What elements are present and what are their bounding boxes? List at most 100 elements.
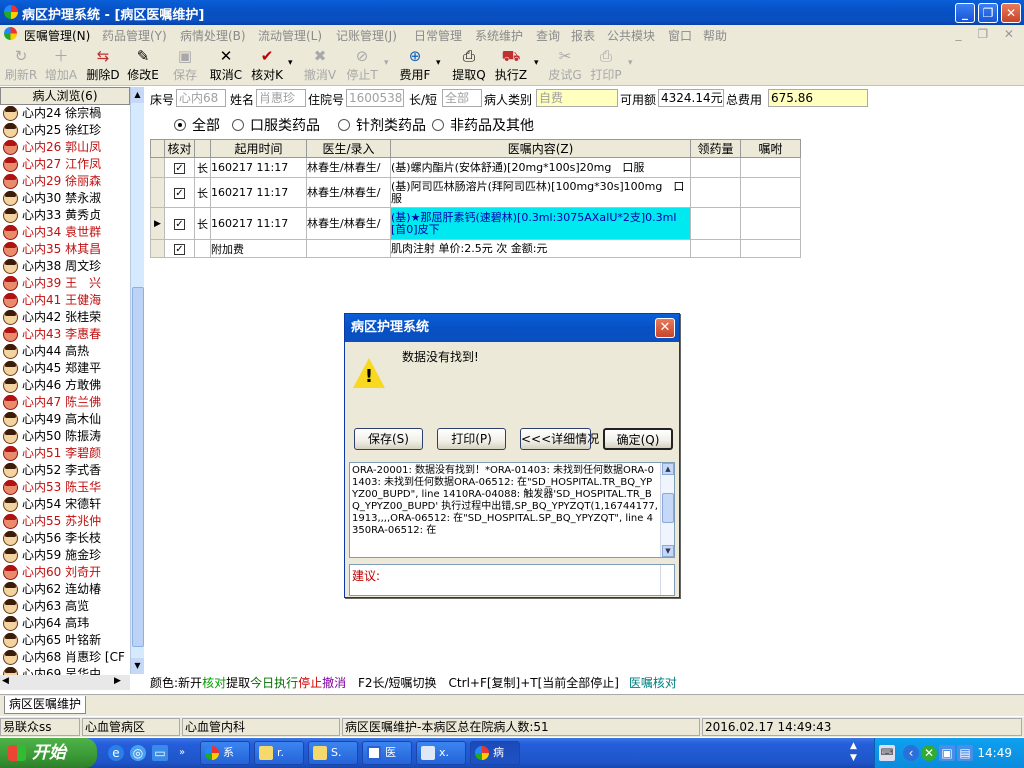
patient-list-item[interactable]: 心内24 徐宗楇 xyxy=(0,105,130,122)
patient-list-item[interactable]: 心内56 李长枝 xyxy=(0,530,130,547)
print-button[interactable]: ⎙ 打印P xyxy=(589,46,623,84)
error-detail-textbox[interactable]: ORA-20001: 数据没有找到！*ORA-01403: 未找到任何数据ORA… xyxy=(349,462,675,558)
inpatient-field[interactable]: 1600538 xyxy=(346,89,404,107)
task-button-2[interactable]: r. xyxy=(254,741,304,765)
taskbar-scroll-icon[interactable]: ▲ ▼ xyxy=(850,740,857,764)
dialog-close-button[interactable]: ✕ xyxy=(655,318,675,338)
patient-list-item[interactable]: 心内53 陈玉华 xyxy=(0,479,130,496)
skintest-button[interactable]: ✂ 皮试G xyxy=(548,46,582,84)
task-button-5[interactable]: x. xyxy=(416,741,466,765)
scroll-right-icon[interactable]: ▶ xyxy=(114,676,121,686)
checkbox-checked-icon[interactable]: ✓ xyxy=(174,163,185,174)
undo-button[interactable]: ✖ 撤消V xyxy=(303,46,337,84)
patient-list-item[interactable]: 心内35 林其昌 xyxy=(0,241,130,258)
column-header-check[interactable]: 核对 xyxy=(164,139,195,158)
menu-item-window[interactable]: 窗口 xyxy=(668,27,692,44)
patient-list-item[interactable]: 心内30 禁永淑 xyxy=(0,190,130,207)
patient-list-item[interactable]: 心内65 叶铭新 xyxy=(0,632,130,649)
table-row[interactable]: ▶ ✓ 长 160217 11:17 林春生/林春生/(基)★那屈肝素钙(速碧林)[0.… xyxy=(150,207,801,240)
menu-item-transfer[interactable]: 流动管理(L) xyxy=(258,27,322,44)
patient-list-hscrollbar[interactable]: ◀ ▶ xyxy=(0,675,130,690)
tab-order-maintenance[interactable]: 病区医嘱维护 xyxy=(4,696,86,714)
save-button[interactable]: ▣ 保存 xyxy=(168,46,202,84)
scroll-down-icon[interactable]: ▼ xyxy=(131,658,144,674)
stop-button[interactable]: ⊘ 停止T xyxy=(345,46,379,84)
task-button-4[interactable]: 医 xyxy=(362,741,412,765)
menu-item-billing[interactable]: 记账管理(J) xyxy=(336,27,397,44)
patient-list-item[interactable]: 心内44 高热 xyxy=(0,343,130,360)
column-header-doctor[interactable]: 医生/录入 xyxy=(306,139,391,158)
dialog-ok-button[interactable]: 确定(Q) xyxy=(603,428,673,450)
checkbox-checked-icon[interactable]: ✓ xyxy=(174,188,185,199)
filter-injection-radio[interactable]: 针剂类药品 xyxy=(338,115,426,135)
row-checkbox[interactable]: ✓ xyxy=(164,239,195,258)
column-header-content[interactable]: 医嘱内容(Z) xyxy=(390,139,691,158)
menu-item-report[interactable]: 报表 xyxy=(571,27,595,44)
patient-list-item[interactable]: 心内54 宋德轩 xyxy=(0,496,130,513)
scrollbar-thumb[interactable] xyxy=(662,493,674,523)
task-button-3[interactable]: S. xyxy=(308,741,358,765)
name-field[interactable]: 肖惠珍 xyxy=(256,89,306,107)
menu-item-condition[interactable]: 病情处理(B) xyxy=(180,27,246,44)
mdi-controls[interactable]: _ ❐ ✕ xyxy=(956,27,1020,41)
table-row[interactable]: ✓ 附加费 肌肉注射 单价:2.5元 次 金额:元 xyxy=(150,239,801,258)
scroll-up-icon[interactable]: ▲ xyxy=(131,87,144,103)
execute-button[interactable]: ⛟ 执行Z xyxy=(494,46,528,84)
dialog-print-button[interactable]: 打印(P) xyxy=(437,428,506,450)
refresh-button[interactable]: ↻ 刷新R xyxy=(4,46,38,84)
verify-button[interactable]: ✔ 核对K xyxy=(250,46,284,84)
add-button[interactable]: ＋增加A xyxy=(44,46,78,84)
scroll-left-icon[interactable]: ◀ xyxy=(2,676,9,686)
patient-list-item[interactable]: 心内68 肖惠珍 [CF xyxy=(0,649,130,666)
patient-list-item[interactable]: 心内62 连幼椿 xyxy=(0,581,130,598)
task-button-1[interactable]: 系 xyxy=(200,741,250,765)
restore-button[interactable]: ❐ xyxy=(978,3,998,23)
table-row[interactable]: ✓ 长 160217 11:17 林春生/林春生/(基)螺内酯片(安体舒通)[20mg… xyxy=(150,157,801,178)
task-button-6[interactable]: 病 xyxy=(470,741,520,765)
patient-list-item[interactable]: 心内52 李式香 xyxy=(0,462,130,479)
patient-list-item[interactable]: 心内25 徐红珍 xyxy=(0,122,130,139)
patient-list-item[interactable]: 心内55 苏兆仲 xyxy=(0,513,130,530)
patient-list-item[interactable]: 心内60 刘奇开 xyxy=(0,564,130,581)
patient-list-scrollbar[interactable]: ▲ ▼ xyxy=(130,87,144,674)
patient-list-item[interactable]: 心内41 王健海 xyxy=(0,292,130,309)
table-row[interactable]: ✓ 长 160217 11:17 林春生/林春生/(基)阿司匹林肠溶片(拜阿司匹林)[… xyxy=(150,177,801,208)
category-field[interactable]: 自费 xyxy=(536,89,618,107)
column-header-note[interactable]: 嘱咐 xyxy=(740,139,801,158)
tray-expand-icon[interactable]: ‹ xyxy=(903,745,919,761)
row-checkbox[interactable]: ✓ xyxy=(164,207,195,240)
display-icon[interactable]: ▤ xyxy=(957,745,973,761)
filter-all-radio[interactable]: 全部 xyxy=(174,115,220,135)
minimize-button[interactable]: _ xyxy=(955,3,975,23)
scroll-down-icon[interactable]: ▼ xyxy=(662,545,674,557)
patient-list-item[interactable]: 心内38 周文珍 xyxy=(0,258,130,275)
patient-list-item[interactable]: 心内63 高览 xyxy=(0,598,130,615)
chrome-icon[interactable]: ◎ xyxy=(130,745,146,761)
scrollbar-thumb[interactable] xyxy=(132,287,144,647)
menu-item-help[interactable]: 帮助 xyxy=(703,27,727,44)
patient-list-item[interactable]: 心内42 张桂荣 xyxy=(0,309,130,326)
suggestion-scrollbar[interactable] xyxy=(660,565,674,595)
fee-button[interactable]: ⊕ 费用F xyxy=(398,46,432,84)
edit-button[interactable]: ✎ 修改E xyxy=(126,46,160,84)
patient-list-item[interactable]: 心内64 高玮 xyxy=(0,615,130,632)
network-icon[interactable]: ✕ xyxy=(921,745,937,761)
patient-list-item[interactable]: 心内51 李碧颜 xyxy=(0,445,130,462)
filter-oral-radio[interactable]: 口服类药品 xyxy=(232,115,320,135)
keyboard-icon[interactable]: ⌨ xyxy=(879,745,895,761)
patient-list-item[interactable]: 心内43 李惠春 xyxy=(0,326,130,343)
patient-list-item[interactable]: 心内46 方敢佛 xyxy=(0,377,130,394)
patient-list-item[interactable]: 心内59 施金珍 xyxy=(0,547,130,564)
patient-list-item[interactable]: 心内29 徐丽森 xyxy=(0,173,130,190)
column-header-time[interactable]: 起用时间 xyxy=(210,139,307,158)
desktop-icon[interactable]: ▭ xyxy=(152,745,168,761)
patient-list-item[interactable]: 心内39 王 兴 xyxy=(0,275,130,292)
patient-list-item[interactable]: 心内69 吴华由 xyxy=(0,666,130,675)
menu-item-drug-mgmt[interactable]: 药品管理(Y) xyxy=(102,27,167,44)
menu-item-daily[interactable]: 日常管理 xyxy=(414,27,462,44)
close-button[interactable]: ✕ xyxy=(1001,3,1021,23)
start-button[interactable]: 开始 xyxy=(0,738,97,768)
row-checkbox[interactable]: ✓ xyxy=(164,157,195,178)
checkbox-checked-icon[interactable]: ✓ xyxy=(174,244,185,255)
scroll-up-icon[interactable]: ▲ xyxy=(662,463,674,475)
